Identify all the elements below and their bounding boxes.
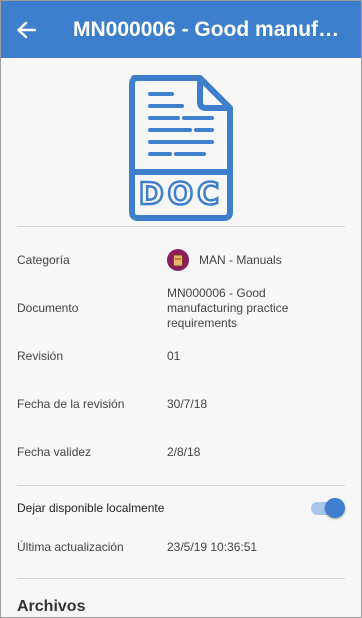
book-icon	[167, 249, 189, 271]
offline-row: Dejar disponible localmente	[1, 486, 361, 530]
category-value: MAN - Manuals	[167, 249, 282, 271]
revision-date-value: 30/7/18	[167, 396, 208, 411]
divider	[17, 578, 345, 579]
document-label: Documento	[17, 301, 79, 315]
revision-value: 01	[167, 348, 181, 363]
revision-date-label: Fecha de la revisión	[17, 397, 125, 411]
document-preview: DOC	[1, 58, 361, 222]
app-bar: MN000006 - Good manufacturing practice r…	[1, 1, 361, 58]
document-row: Documento MN000006 - Good manufacturing …	[1, 286, 361, 330]
revision-date-row: Fecha de la revisión 30/7/18	[1, 389, 361, 419]
files-section-title: Archivos	[17, 598, 86, 615]
back-button[interactable]	[15, 19, 37, 41]
offline-label: Dejar disponible localmente	[17, 500, 165, 515]
document-detail-screen: MN000006 - Good manufacturing practice r…	[0, 0, 362, 618]
category-row: Categoría MAN - Manuals	[1, 227, 361, 293]
arrow-left-icon	[17, 21, 36, 38]
doc-icon-label: DOC	[139, 177, 223, 212]
last-update-row: Última actualización 23/5/19 10:36:51	[1, 530, 361, 564]
category-label: Categoría	[17, 253, 70, 267]
toggle-thumb	[325, 498, 345, 518]
revision-row: Revisión 01	[1, 323, 361, 389]
validity-date-row: Fecha validez 2/8/18	[1, 419, 361, 485]
validity-date-value: 2/8/18	[167, 444, 201, 459]
offline-toggle[interactable]	[311, 498, 345, 518]
doc-file-icon: DOC	[129, 75, 233, 221]
last-update-value: 23/5/19 10:36:51	[167, 539, 258, 554]
revision-label: Revisión	[17, 349, 64, 363]
last-update-label: Última actualización	[17, 540, 124, 554]
validity-date-label: Fecha validez	[17, 445, 92, 459]
document-value: MN000006 - Good manufacturing practice r…	[167, 285, 289, 330]
category-text: MAN - Manuals	[199, 252, 282, 267]
page-title: MN000006 - Good manufacturing practice r…	[73, 17, 345, 41]
